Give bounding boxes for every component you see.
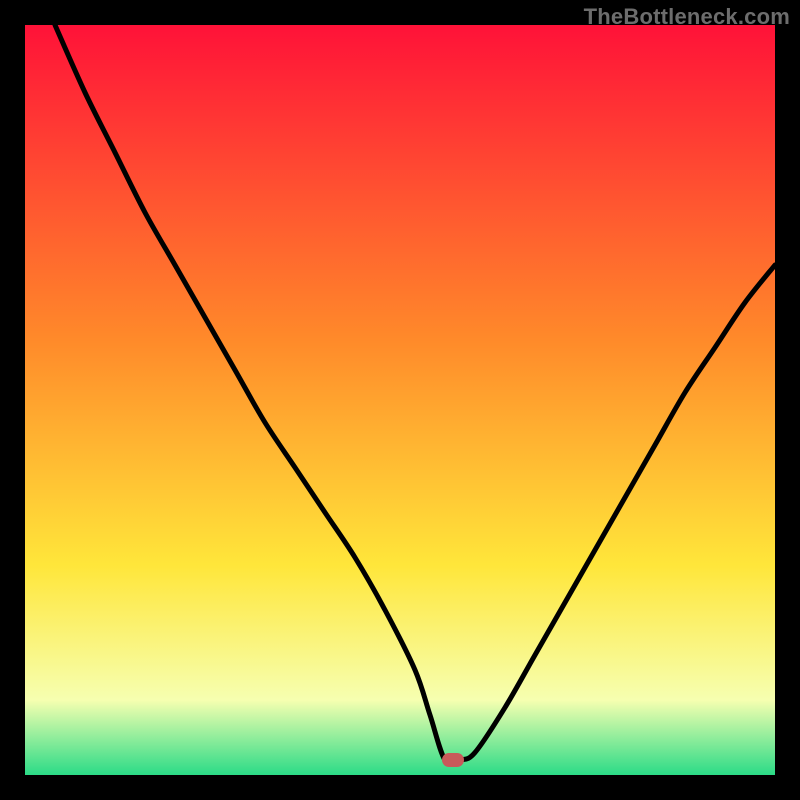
bottleneck-curve bbox=[55, 25, 775, 764]
curve-layer bbox=[25, 25, 775, 775]
watermark-text: TheBottleneck.com bbox=[584, 4, 790, 30]
chart-frame: TheBottleneck.com bbox=[0, 0, 800, 800]
plot-area bbox=[25, 25, 775, 775]
optimum-marker bbox=[442, 753, 464, 767]
